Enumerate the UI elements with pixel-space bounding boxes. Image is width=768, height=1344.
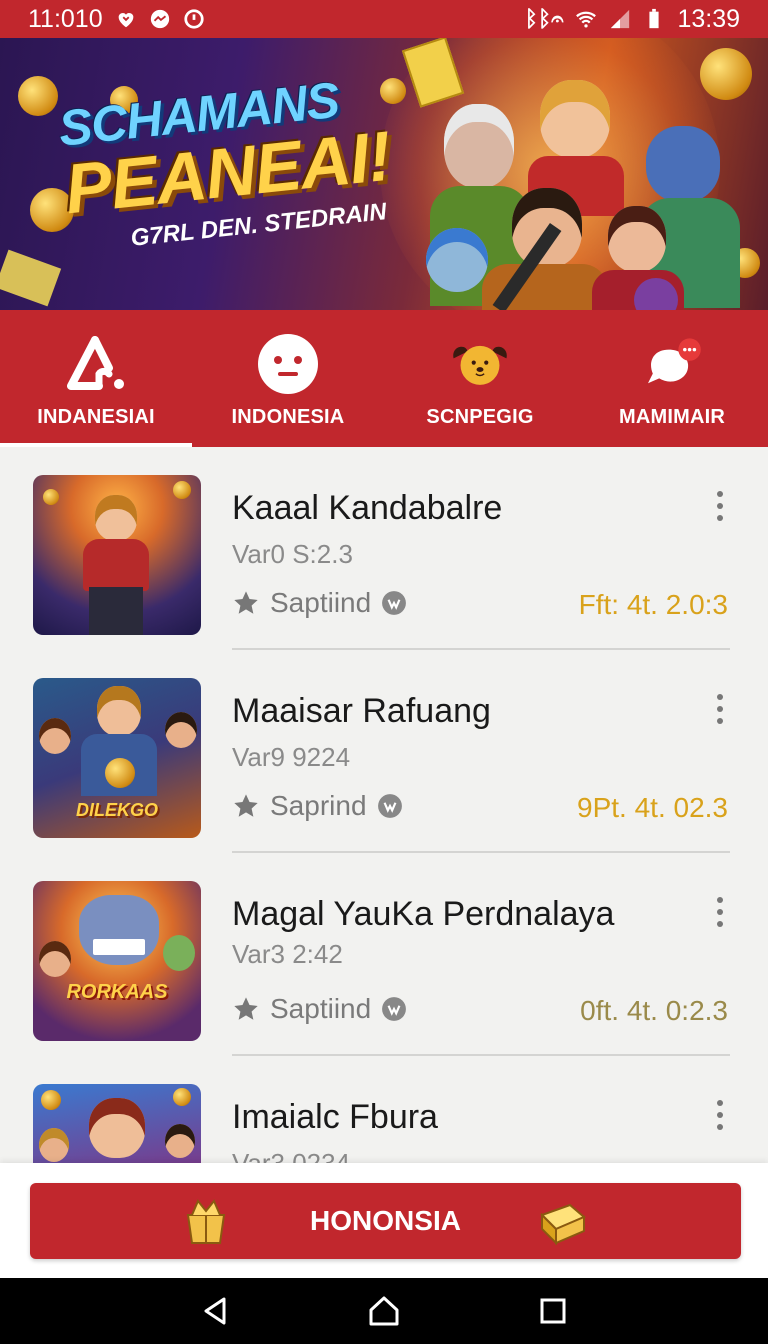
- home-icon[interactable]: [364, 1291, 404, 1331]
- status-time-left: 11:010: [28, 4, 103, 33]
- thumb-character-head: [89, 1098, 145, 1158]
- gift-box-icon: [180, 1195, 232, 1252]
- item-title: Maaisar Rafuang: [232, 692, 491, 730]
- back-icon[interactable]: [195, 1291, 235, 1331]
- tab-indanesiai[interactable]: INDANESIAI: [0, 310, 192, 447]
- item-price: 0ft. 4t. 0:2.3: [580, 995, 728, 1026]
- recents-icon[interactable]: [533, 1291, 573, 1331]
- rating-label: Saprind: [270, 790, 367, 821]
- coin-decoration: [105, 758, 135, 788]
- thumb-side-char-right: [165, 1124, 195, 1158]
- item-version: Var9 9224: [232, 742, 351, 772]
- character-fairy: [426, 228, 488, 292]
- rating-label: Saptiind: [270, 993, 372, 1024]
- star-icon: [234, 997, 258, 1020]
- thumb-character-head: [95, 495, 137, 541]
- item-title: Magal YauKa Perdnalaya: [232, 895, 615, 933]
- list-item[interactable]: Imaialc Fbura Var3 0234: [0, 1056, 768, 1163]
- thumb-side-char-left: [39, 1128, 69, 1162]
- item-version: Var0 S:2.3: [232, 539, 353, 569]
- category-tab-bar: INDANESIAI INDONESIA SCNPEGIG MAMIMAIR: [0, 310, 768, 447]
- cell-signal-icon: [611, 9, 630, 29]
- coin-decoration: [173, 481, 191, 499]
- more-options-icon[interactable]: [708, 694, 732, 724]
- coin-decoration: [41, 1090, 61, 1110]
- item-title: Imaialc Fbura: [232, 1098, 438, 1136]
- promo-banner[interactable]: SCHAMANS PEANEAI! G7RL DEN. STEDRAIN: [0, 38, 768, 310]
- messenger-icon: [150, 9, 169, 29]
- star-icon: [234, 794, 258, 817]
- face-icon: [256, 332, 320, 396]
- character-elder: [444, 104, 514, 188]
- game-thumbnail: [33, 1084, 201, 1163]
- status-bar: 11:010 ᛒᛒ𝄐 13:39: [0, 0, 768, 38]
- item-rating: Saprind: [232, 790, 403, 822]
- item-title: Kaaal Kandabalre: [232, 489, 503, 527]
- badge-icon: [382, 591, 407, 615]
- thumb-character-head: [97, 686, 141, 736]
- item-price: 9Pt. 4t. 02.3: [577, 792, 728, 823]
- coin-decoration: [43, 489, 59, 505]
- coin-decoration: [700, 48, 752, 100]
- bottom-action-panel: HONONSIA: [0, 1163, 768, 1278]
- badge-icon: [382, 997, 407, 1021]
- item-rating: Saptiind: [232, 993, 407, 1025]
- status-left: 11:010: [28, 5, 205, 34]
- list-item[interactable]: Kaaal Kandabalre Var0 S:2.3 Saptiind Fft…: [0, 447, 768, 650]
- star-icon: [234, 591, 258, 614]
- coin-decoration: [173, 1088, 191, 1106]
- clock-icon: [183, 9, 204, 29]
- dog-icon: [448, 332, 512, 396]
- thumb-side-char-left: [39, 941, 71, 977]
- ticket-decoration: [0, 249, 62, 307]
- more-options-icon[interactable]: [708, 1100, 732, 1130]
- gold-block-icon: [536, 1195, 590, 1252]
- tab-label: INDONESIA: [231, 406, 345, 428]
- chat-bubble-icon: [640, 332, 704, 396]
- list-item[interactable]: DILEKGO Maaisar Rafuang Var9 9224 Saprin…: [0, 650, 768, 853]
- banner-title: SCHAMANS PEANEAI! G7RL DEN. STEDRAIN: [56, 66, 397, 259]
- status-time-right: 13:39: [677, 4, 740, 33]
- thumb-side-char-right: [163, 935, 195, 971]
- warning-triangle-icon: [64, 332, 128, 396]
- rating-label: Saptiind: [270, 587, 372, 618]
- tab-label: SCNPEGIG: [426, 406, 534, 428]
- character-girl: [608, 206, 666, 272]
- battery-icon: [649, 8, 660, 29]
- more-options-icon[interactable]: [708, 491, 732, 521]
- item-rating: Saptiind: [232, 587, 407, 619]
- list-item[interactable]: RORKAAS Magal YauKa Perdnalaya Var3 2:42…: [0, 853, 768, 1056]
- thumb-side-char-right: [165, 712, 197, 748]
- item-version: Var3 2:42: [232, 939, 343, 969]
- primary-action-button[interactable]: HONONSIA: [30, 1183, 741, 1259]
- game-thumbnail: RORKAAS: [33, 881, 201, 1041]
- character-blue-monster: [646, 126, 720, 202]
- system-navigation-bar: [0, 1278, 768, 1344]
- tab-mamimair[interactable]: MAMIMAIR: [576, 310, 768, 447]
- tab-label: MAMIMAIR: [618, 406, 726, 428]
- thumb-side-char-left: [39, 718, 71, 754]
- heart-icon: [118, 13, 133, 28]
- character-blond: [540, 80, 610, 158]
- thumb-logo: DILEKGO: [75, 800, 158, 820]
- item-version: Var3 0234: [232, 1148, 351, 1163]
- game-thumbnail: DILEKGO: [33, 678, 201, 838]
- game-thumbnail: [33, 475, 201, 635]
- thumb-character-legs: [89, 587, 143, 635]
- status-right: ᛒᛒ𝄐 13:39: [525, 5, 740, 34]
- status-bt-text: ᛒᛒ𝄐: [524, 6, 564, 31]
- game-list[interactable]: Kaaal Kandabalre Var0 S:2.3 Saptiind Fft…: [0, 447, 768, 1163]
- tab-label: INDANESIAI: [37, 406, 155, 428]
- thumb-logo: RORKAAS: [66, 981, 168, 1003]
- item-price: Fft: 4t. 2.0:3: [578, 589, 728, 620]
- more-options-icon[interactable]: [708, 897, 732, 927]
- tab-indonesia[interactable]: INDONESIA: [192, 310, 384, 447]
- wifi-icon: [576, 11, 597, 28]
- thumb-character-body: [83, 539, 149, 591]
- badge-icon: [377, 794, 402, 818]
- tab-scnpegig[interactable]: SCNPEGIG: [384, 310, 576, 447]
- primary-action-label: HONONSIA: [310, 1205, 461, 1236]
- thumb-monster-teeth: [93, 939, 145, 955]
- coin-decoration: [18, 76, 58, 116]
